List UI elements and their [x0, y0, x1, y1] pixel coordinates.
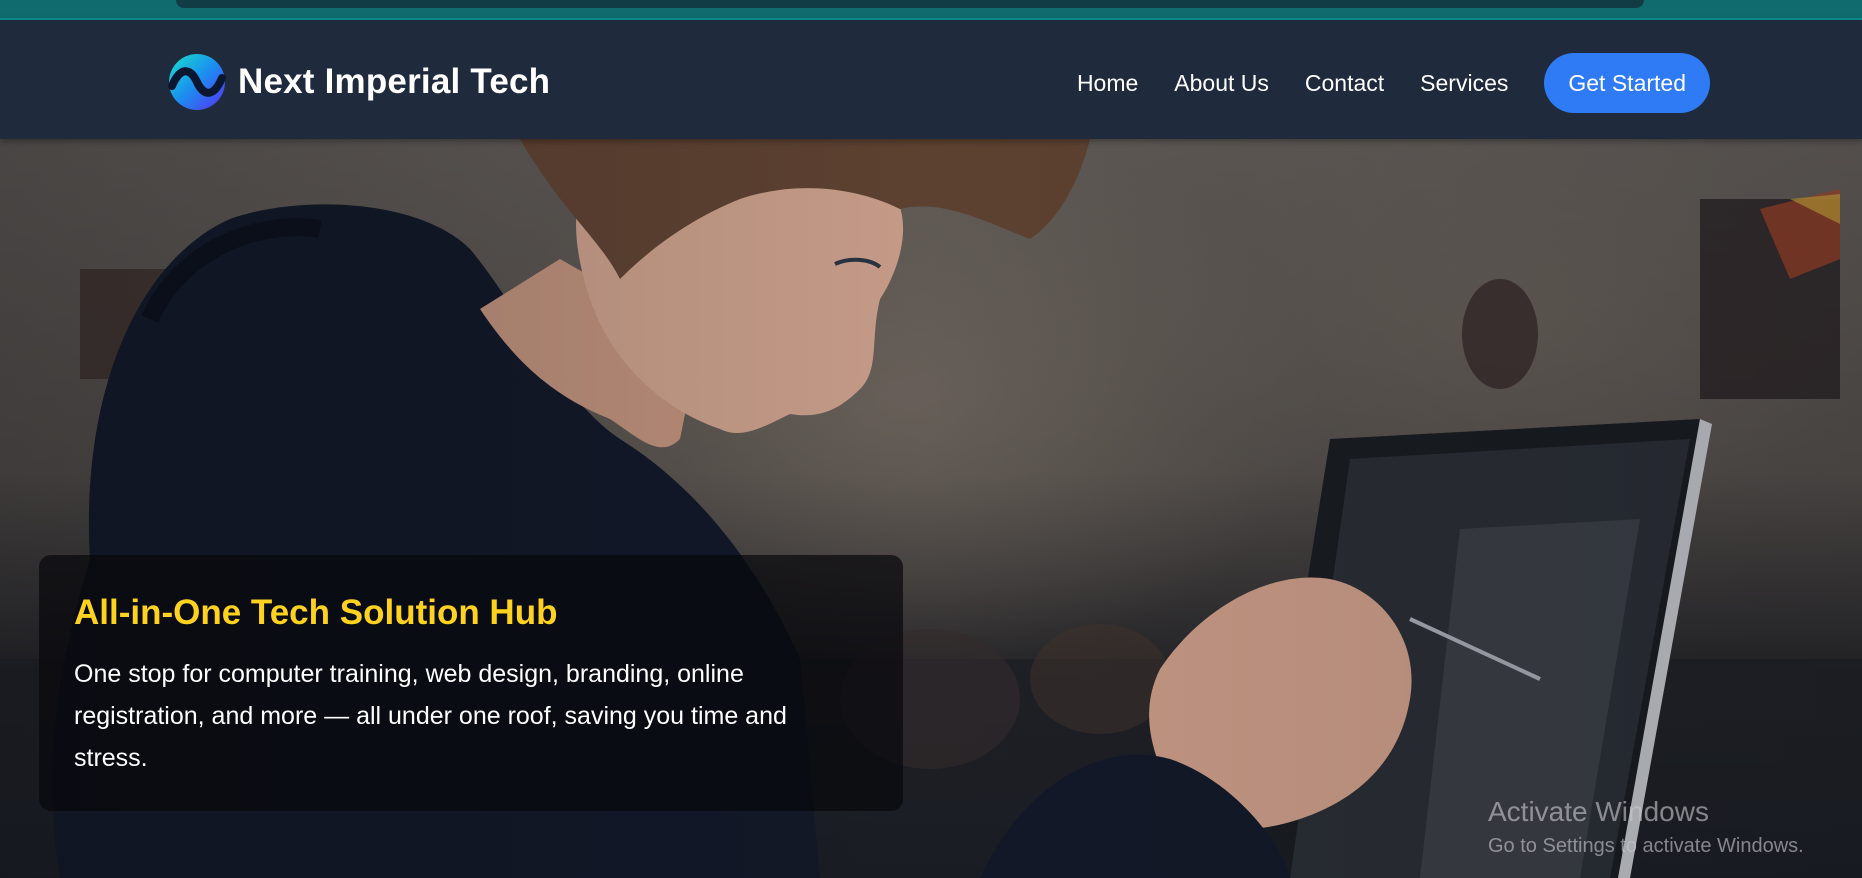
brand-name: Next Imperial Tech [238, 62, 551, 101]
brand[interactable]: Next Imperial Tech [168, 53, 550, 111]
hero-card: All-in-One Tech Solution Hub One stop fo… [39, 555, 903, 811]
activate-windows-watermark: Activate Windows Go to Settings to activ… [1488, 795, 1804, 859]
get-started-button[interactable]: Get Started [1544, 53, 1710, 113]
wave-logo-icon [168, 54, 226, 110]
hero-description: One stop for computer training, web desi… [74, 660, 787, 772]
main-nav: Home About Us Contact Services Get Start… [1077, 53, 1710, 113]
hero-section: All-in-One Tech Solution Hub One stop fo… [0, 139, 1862, 878]
hero-title: All-in-One Tech Solution Hub [74, 593, 558, 632]
nav-home[interactable]: Home [1077, 70, 1138, 97]
nav-contact[interactable]: Contact [1305, 70, 1384, 97]
top-strip-bar [176, 0, 1644, 8]
nav-about-us[interactable]: About Us [1174, 70, 1269, 97]
browser-top-strip [0, 0, 1862, 20]
watermark-subtitle: Go to Settings to activate Windows. [1488, 835, 1804, 857]
site-header: Next Imperial Tech Home About Us Contact… [0, 20, 1862, 139]
nav-services[interactable]: Services [1420, 70, 1508, 97]
watermark-title: Activate Windows [1488, 796, 1709, 827]
